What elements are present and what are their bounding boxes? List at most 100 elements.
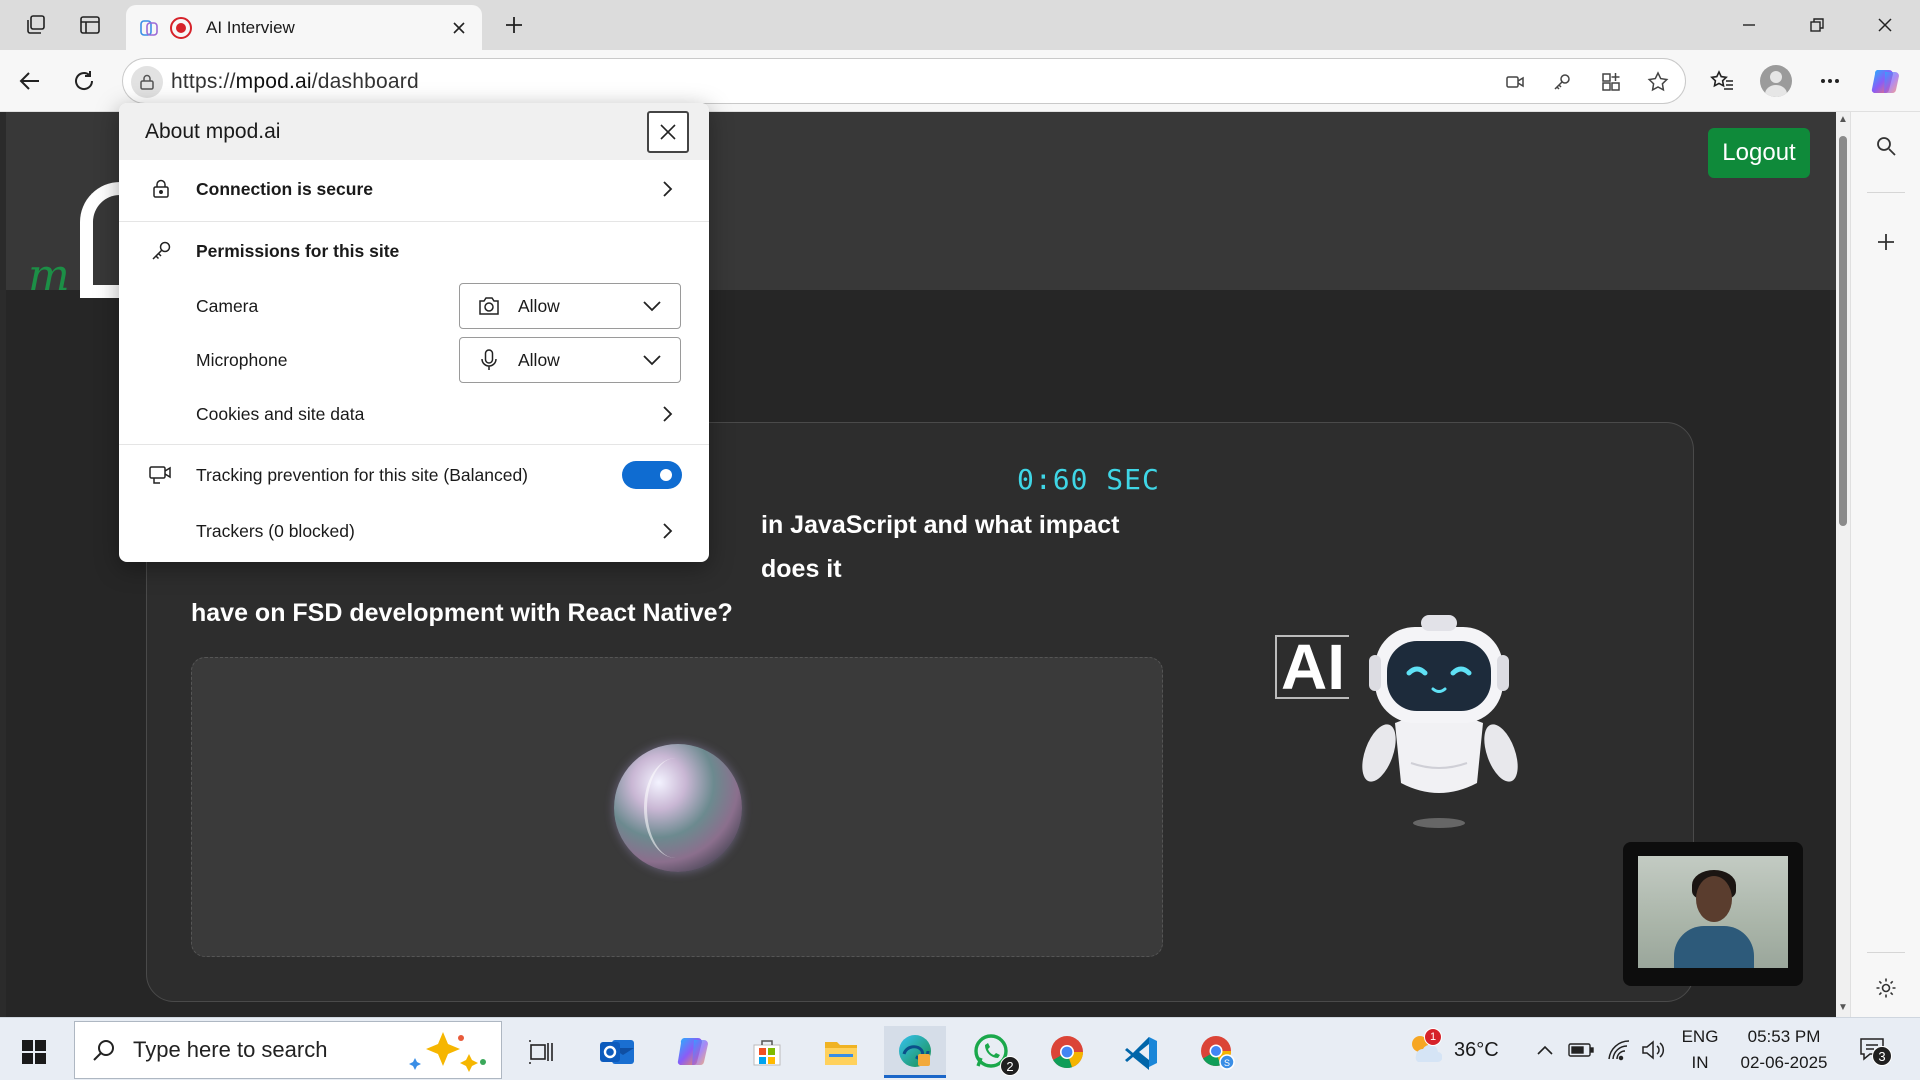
language-top[interactable]: ENG: [1680, 1027, 1720, 1047]
site-info-flyout: About mpod.ai Connection is secure Permi…: [119, 103, 709, 562]
scrollbar-thumb[interactable]: [1839, 136, 1847, 526]
microphone-permission-value: Allow: [518, 349, 560, 370]
connection-label: Connection is secure: [196, 178, 373, 199]
camera-permission-select[interactable]: Allow: [459, 283, 681, 329]
taskbar-search-box[interactable]: Type here to search: [74, 1021, 502, 1079]
flyout-header: About mpod.ai: [119, 103, 709, 160]
permissions-label: Permissions for this site: [196, 240, 400, 261]
weather-icon[interactable]: 1: [1406, 1028, 1443, 1066]
sparkle-icon: [409, 1032, 486, 1072]
camera-in-use-icon[interactable]: [1500, 67, 1530, 97]
cookies-row[interactable]: Cookies and site data: [119, 387, 709, 441]
microphone-label: Microphone: [196, 349, 288, 370]
favorites-icon[interactable]: [1702, 61, 1742, 101]
svg-text:S: S: [1224, 1058, 1230, 1068]
scroll-up-arrow-icon[interactable]: ▲: [1838, 114, 1848, 126]
close-tab-icon[interactable]: [442, 11, 476, 45]
key-icon: [147, 237, 175, 265]
active-tab[interactable]: AI Interview: [126, 5, 482, 50]
permissions-header-row: Permissions for this site: [119, 223, 709, 279]
new-tab-icon[interactable]: [494, 6, 534, 44]
add-sidebar-icon[interactable]: [1866, 222, 1906, 262]
chevron-right-icon: [657, 404, 677, 424]
copilot-favicon-icon: [136, 15, 162, 41]
lock-icon[interactable]: [131, 66, 163, 98]
chrome-icon[interactable]: [1036, 1026, 1098, 1078]
wifi-icon[interactable]: [1606, 1038, 1632, 1062]
address-bar[interactable]: https://mpod.ai/dashboard: [122, 58, 1686, 104]
url-scheme: https://: [171, 70, 236, 93]
microsoft-store-icon[interactable]: [736, 1026, 798, 1078]
trackers-row[interactable]: Trackers (0 blocked): [119, 504, 709, 558]
cookies-label: Cookies and site data: [196, 403, 365, 424]
volume-icon[interactable]: [1640, 1038, 1666, 1062]
browser-tab-strip: AI Interview: [0, 0, 1920, 50]
page-scrollbar[interactable]: ▲ ▼: [1836, 112, 1850, 1017]
tracking-toggle[interactable]: [622, 461, 682, 489]
weather-temperature[interactable]: 36°C: [1454, 1039, 1499, 1062]
edge-browser-icon[interactable]: [884, 1026, 946, 1078]
voice-orb-icon: [614, 744, 742, 872]
search-icon: [89, 1035, 119, 1065]
chevron-up-icon[interactable]: [1532, 1038, 1558, 1062]
camera-permission-value: Allow: [518, 295, 560, 316]
whatsapp-icon[interactable]: 2: [960, 1026, 1022, 1078]
tracking-label: Tracking prevention for this site (Balan…: [196, 464, 529, 485]
whatsapp-badge: 2: [1000, 1056, 1020, 1076]
url-host: mpod.ai: [235, 70, 312, 93]
copilot-app-icon[interactable]: [662, 1026, 724, 1078]
tracking-prevention-icon: [147, 461, 175, 489]
flyout-title: About mpod.ai: [145, 120, 281, 143]
webcam-preview: [1623, 842, 1803, 986]
minimize-icon[interactable]: [1714, 0, 1784, 50]
question-line-2: have on FSD development with React Nativ…: [191, 599, 733, 627]
close-icon[interactable]: [647, 111, 689, 153]
back-arrow-icon[interactable]: [10, 61, 50, 101]
chevron-down-icon: [640, 348, 664, 372]
scroll-down-arrow-icon[interactable]: ▼: [1838, 1002, 1848, 1014]
microphone-permission-row: Microphone Allow: [119, 333, 709, 387]
workspaces-icon[interactable]: [16, 6, 56, 44]
language-bottom[interactable]: IN: [1680, 1053, 1720, 1073]
chevron-right-icon: [657, 179, 677, 199]
recording-icon: [170, 16, 192, 39]
task-view-icon[interactable]: [510, 1026, 572, 1078]
connection-secure-row[interactable]: Connection is secure: [119, 160, 709, 218]
key-icon[interactable]: [1547, 67, 1577, 97]
more-options-icon[interactable]: [1810, 61, 1850, 101]
chrome-profile-icon[interactable]: S: [1186, 1026, 1248, 1078]
refresh-icon[interactable]: [64, 61, 104, 101]
search-placeholder: Type here to search: [133, 1037, 328, 1062]
vertical-tabs-icon[interactable]: [70, 6, 110, 44]
url-text[interactable]: https://mpod.ai/dashboard: [171, 70, 419, 94]
copilot-icon[interactable]: [1866, 61, 1906, 101]
logout-button[interactable]: Logout: [1708, 128, 1810, 178]
weather-badge: 1: [1424, 1028, 1442, 1046]
notifications-icon[interactable]: 3: [1858, 1036, 1892, 1066]
battery-icon[interactable]: [1568, 1038, 1594, 1062]
mpod-logo-mark: m: [28, 250, 70, 301]
outlook-icon[interactable]: [586, 1026, 648, 1078]
microphone-permission-select[interactable]: Allow: [459, 337, 681, 383]
vscode-icon[interactable]: [1110, 1026, 1172, 1078]
trackers-label: Trackers (0 blocked): [196, 520, 355, 541]
profile-avatar[interactable]: [1756, 61, 1796, 101]
file-explorer-icon[interactable]: [810, 1026, 872, 1078]
favorite-star-icon[interactable]: [1643, 67, 1673, 97]
close-window-icon[interactable]: [1850, 0, 1920, 50]
clock-time[interactable]: 05:53 PM: [1736, 1027, 1832, 1047]
tracking-prevention-row: Tracking prevention for this site (Balan…: [119, 446, 709, 504]
gear-icon[interactable]: [1866, 968, 1906, 1008]
microphone-icon: [476, 347, 502, 373]
ai-badge: AI: [1275, 635, 1349, 699]
restore-icon[interactable]: [1782, 0, 1852, 50]
camera-permission-row: Camera Allow: [119, 279, 709, 333]
lock-icon: [147, 175, 175, 203]
clock-date[interactable]: 02-06-2025: [1732, 1053, 1836, 1073]
webcam-video: [1638, 856, 1788, 968]
apps-icon[interactable]: [1596, 67, 1626, 97]
chevron-down-icon: [640, 294, 664, 318]
search-icon[interactable]: [1866, 126, 1906, 166]
windows-start-icon[interactable]: [14, 1032, 54, 1072]
chevron-right-icon: [657, 521, 677, 541]
